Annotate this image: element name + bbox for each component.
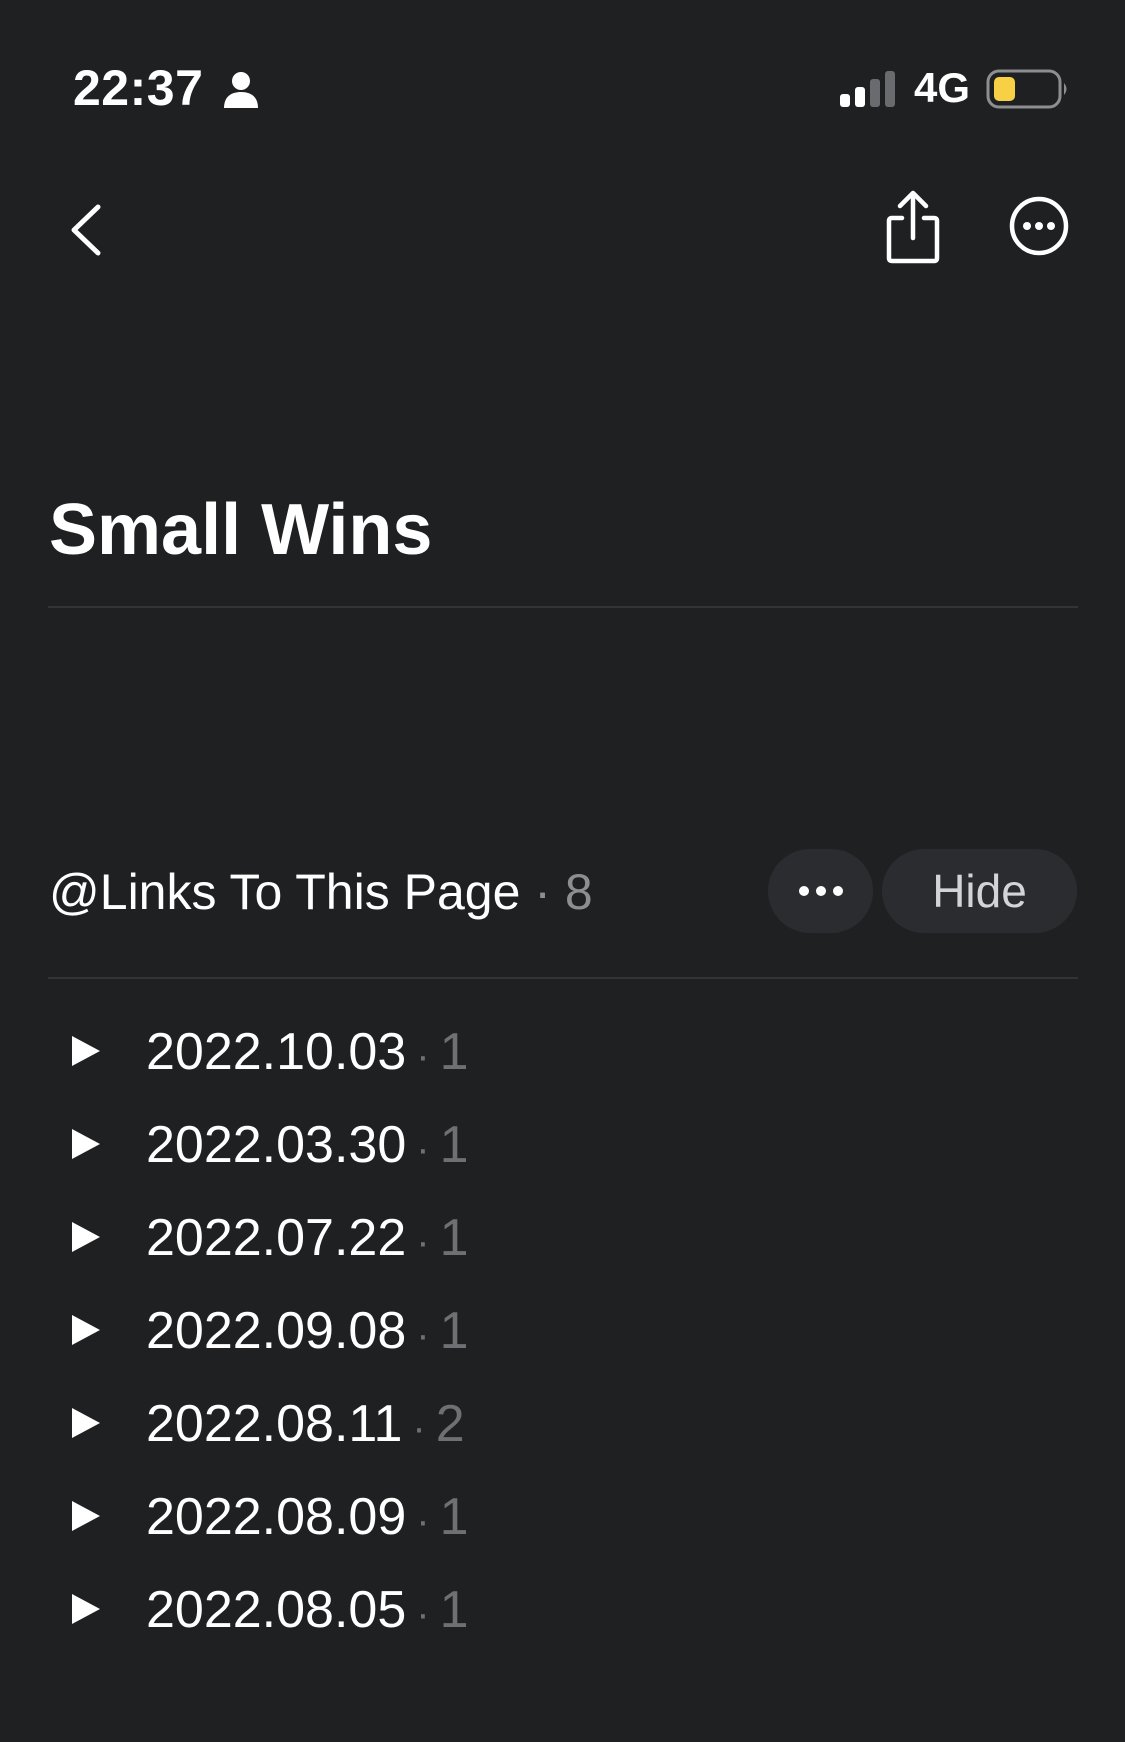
status-bar: 22:37 4G <box>0 0 1125 180</box>
person-icon <box>224 72 258 108</box>
link-item-date[interactable]: 2022.08.11 <box>146 1395 402 1453</box>
link-item-separator: · <box>416 1499 430 1543</box>
links-divider <box>48 977 1078 979</box>
hide-button[interactable]: Hide <box>882 849 1077 933</box>
link-item-separator: · <box>416 1034 430 1078</box>
links-more-button[interactable] <box>768 849 873 933</box>
link-item-count: 1 <box>439 1581 469 1639</box>
link-item-date[interactable]: 2022.08.09 <box>146 1488 406 1546</box>
link-item-date[interactable]: 2022.09.08 <box>146 1302 406 1360</box>
nav-bar <box>0 180 1125 280</box>
link-item[interactable]: 2022.08.11 · 2 <box>0 1382 1125 1475</box>
triangle-right-icon[interactable] <box>70 1406 102 1440</box>
link-item[interactable]: 2022.09.08 · 1 <box>0 1289 1125 1382</box>
links-section-count: 8 <box>564 864 593 920</box>
link-item-date[interactable]: 2022.10.03 <box>146 1023 406 1081</box>
signal-icon <box>840 71 895 107</box>
link-item[interactable]: 2022.08.05 · 1 <box>0 1568 1125 1661</box>
link-item-count: 2 <box>435 1395 465 1453</box>
chevron-left-icon <box>71 204 101 256</box>
link-item-separator: · <box>416 1220 430 1264</box>
share-button[interactable] <box>878 188 948 268</box>
link-item-separator: · <box>416 1592 430 1636</box>
links-section-label: @Links To This Page <box>49 864 521 920</box>
link-item-separator: · <box>416 1127 430 1171</box>
status-time: 22:37 <box>73 60 204 116</box>
ellipsis-icon <box>799 886 843 896</box>
link-item[interactable]: 2022.08.09 · 1 <box>0 1475 1125 1568</box>
back-button[interactable] <box>58 195 128 265</box>
link-item-count: 1 <box>439 1209 469 1267</box>
link-item-date[interactable]: 2022.03.30 <box>146 1116 406 1174</box>
triangle-right-icon[interactable] <box>70 1499 102 1533</box>
link-item-separator: · <box>416 1313 430 1357</box>
page-title[interactable]: Small Wins <box>49 488 432 572</box>
triangle-right-icon[interactable] <box>70 1034 102 1068</box>
links-section-header: @Links To This Page · 8 <box>49 862 593 922</box>
link-item-count: 1 <box>439 1488 469 1546</box>
share-icon <box>886 190 940 264</box>
link-item[interactable]: 2022.10.03 · 1 <box>0 1010 1125 1103</box>
more-options-button[interactable] <box>1006 193 1072 259</box>
link-item[interactable]: 2022.03.30 · 1 <box>0 1103 1125 1196</box>
triangle-right-icon[interactable] <box>70 1313 102 1347</box>
title-divider <box>48 606 1078 608</box>
battery-icon <box>986 69 1067 109</box>
links-section-separator: · <box>534 864 551 920</box>
ellipsis-circle-icon <box>1009 196 1069 256</box>
link-item[interactable]: 2022.07.22 · 1 <box>0 1196 1125 1289</box>
triangle-right-icon[interactable] <box>70 1220 102 1254</box>
link-item-count: 1 <box>439 1302 469 1360</box>
triangle-right-icon[interactable] <box>70 1127 102 1161</box>
triangle-right-icon[interactable] <box>70 1592 102 1626</box>
network-label: 4G <box>914 64 971 111</box>
link-item-separator: · <box>412 1406 426 1450</box>
link-item-date[interactable]: 2022.08.05 <box>146 1581 406 1639</box>
link-item-date[interactable]: 2022.07.22 <box>146 1209 406 1267</box>
link-item-count: 1 <box>439 1023 469 1081</box>
link-item-count: 1 <box>439 1116 469 1174</box>
link-list: 2022.10.03 · 1 2022.03.30 · 1 2022.07.22 · 1 2… <box>0 1010 1125 1661</box>
